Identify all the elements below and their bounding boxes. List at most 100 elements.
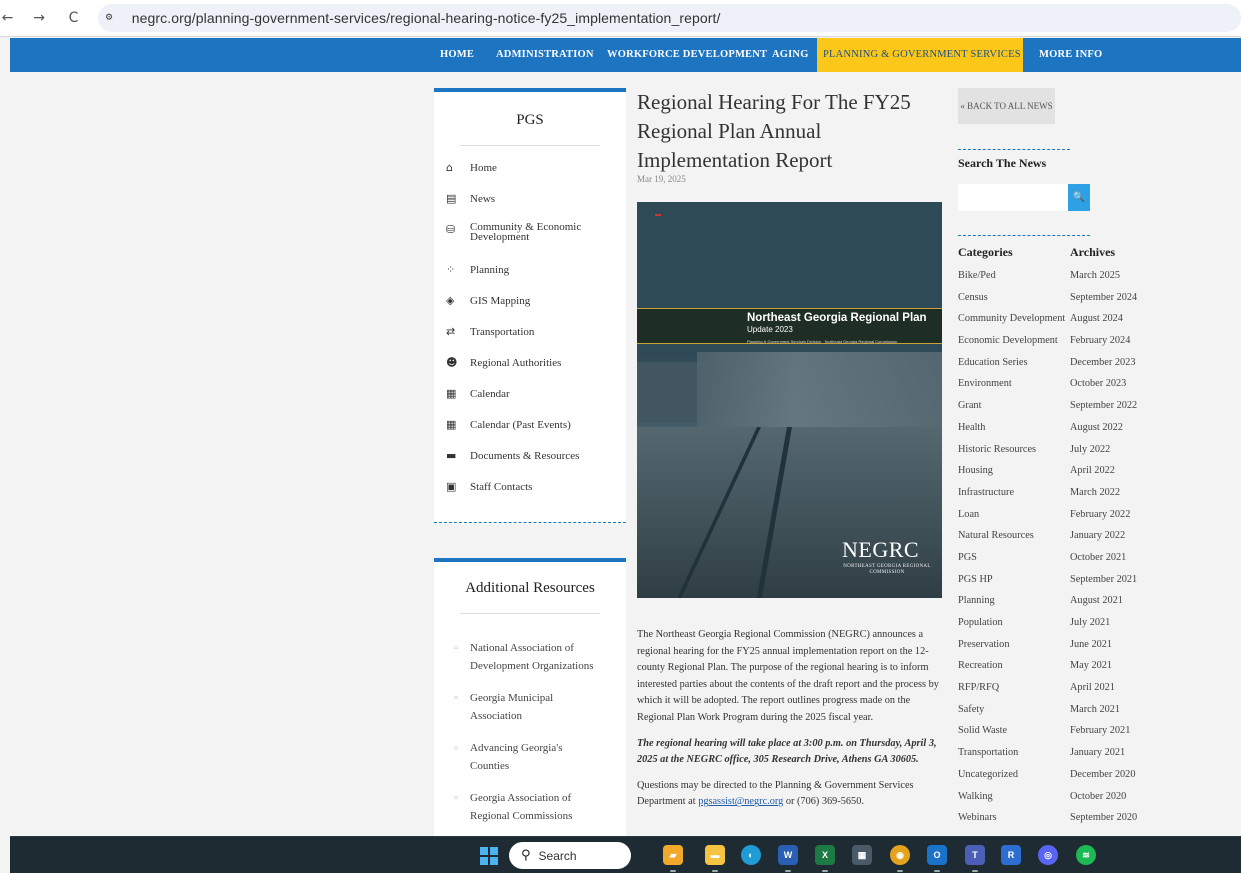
archive-link[interactable]: May 2021 bbox=[1070, 660, 1137, 682]
category-link[interactable]: Uncategorized bbox=[958, 769, 1065, 791]
forward-button[interactable]: → bbox=[29, 10, 49, 26]
archive-link[interactable]: February 2024 bbox=[1070, 335, 1137, 357]
nav-more-info[interactable]: MORE INFO bbox=[1029, 38, 1112, 72]
resource-link[interactable]: ▫ Georgia Municipal Association bbox=[434, 692, 626, 742]
archive-link[interactable]: January 2022 bbox=[1070, 530, 1137, 552]
calculator-icon[interactable]: ▦ bbox=[852, 845, 872, 865]
archive-link[interactable]: September 2022 bbox=[1070, 400, 1137, 422]
category-link[interactable]: Webinars bbox=[958, 812, 1065, 834]
discord-icon[interactable]: ◎ bbox=[1038, 845, 1058, 865]
file-explorer-icon[interactable]: ▬ bbox=[705, 845, 725, 865]
r-app-icon[interactable]: R bbox=[1001, 845, 1021, 865]
nav-planning-government-services[interactable]: PLANNING & GOVERNMENT SERVICES bbox=[817, 38, 1023, 72]
category-link[interactable]: Census bbox=[958, 292, 1065, 314]
nav-workforce-development[interactable]: WORKFORCE DEVELOPMENT bbox=[597, 38, 777, 72]
archive-link[interactable]: September 2020 bbox=[1070, 812, 1137, 834]
archive-link[interactable]: October 2023 bbox=[1070, 378, 1137, 400]
sidebar-item-calendar[interactable]: ▦ Calendar bbox=[434, 386, 626, 417]
resource-link[interactable]: ▫ Advancing Georgia's Counties bbox=[434, 742, 626, 792]
category-link[interactable]: Bike/Ped bbox=[958, 270, 1065, 292]
sidebar-item-community-economic-development[interactable]: ⛁ Community & Economic Development bbox=[434, 222, 626, 262]
url-text[interactable]: negrc.org/planning-government-services/r… bbox=[132, 10, 721, 26]
file-manager-icon[interactable]: ▰ bbox=[663, 845, 683, 865]
excel-icon[interactable]: X bbox=[815, 845, 835, 865]
negrc-logo-subtitle: NORTHEAST GEORGIA REGIONAL COMMISSION bbox=[843, 564, 931, 575]
archive-link[interactable]: September 2024 bbox=[1070, 292, 1137, 314]
sidebar-item-staff-contacts[interactable]: ▣ Staff Contacts bbox=[434, 479, 626, 510]
back-to-all-news-button[interactable]: « BACK TO ALL NEWS bbox=[958, 88, 1055, 124]
sidebar-item-calendar-past-events[interactable]: ▦ Calendar (Past Events) bbox=[434, 417, 626, 448]
sidebar-item-transportation[interactable]: ⇄ Transportation bbox=[434, 324, 626, 355]
nav-home[interactable]: HOME bbox=[430, 38, 484, 72]
archive-link[interactable]: March 2025 bbox=[1070, 270, 1137, 292]
teams-icon[interactable]: T bbox=[965, 845, 985, 865]
newspaper-icon: ▤ bbox=[446, 192, 457, 205]
sidebar-item-news[interactable]: ▤ News bbox=[434, 191, 626, 222]
category-link[interactable]: PGS HP bbox=[958, 574, 1065, 596]
archive-link[interactable]: August 2022 bbox=[1070, 422, 1137, 444]
category-link[interactable]: Natural Resources bbox=[958, 530, 1065, 552]
category-link[interactable]: Recreation bbox=[958, 660, 1065, 682]
category-link[interactable]: Planning bbox=[958, 595, 1065, 617]
archive-link[interactable]: December 2020 bbox=[1070, 769, 1137, 791]
taskbar-search[interactable]: ⚲ Search bbox=[509, 842, 631, 869]
address-bar[interactable]: ⚙ negrc.org/planning-government-services… bbox=[97, 4, 1241, 32]
category-link[interactable]: Economic Development bbox=[958, 335, 1065, 357]
archive-link[interactable]: February 2022 bbox=[1070, 509, 1137, 531]
archive-link[interactable]: March 2022 bbox=[1070, 487, 1137, 509]
category-link[interactable]: Loan bbox=[958, 509, 1065, 531]
edge-icon[interactable]: ◐ bbox=[741, 845, 761, 865]
archive-link[interactable]: April 2022 bbox=[1070, 465, 1137, 487]
archive-link[interactable]: September 2021 bbox=[1070, 574, 1137, 596]
search-input[interactable] bbox=[958, 184, 1068, 211]
sidebar-item-documents-resources[interactable]: ▬ Documents & Resources bbox=[434, 448, 626, 479]
archive-link[interactable]: August 2024 bbox=[1070, 313, 1137, 335]
archive-link[interactable]: December 2023 bbox=[1070, 357, 1137, 379]
site-info-icon[interactable]: ⚙ bbox=[106, 10, 126, 26]
archive-link[interactable]: October 2020 bbox=[1070, 791, 1137, 813]
nav-administration[interactable]: ADMINISTRATION bbox=[486, 38, 604, 72]
archive-link[interactable]: July 2022 bbox=[1070, 444, 1137, 466]
category-link[interactable]: Grant bbox=[958, 400, 1065, 422]
reload-button[interactable]: C bbox=[63, 10, 83, 26]
bullet-icon: ▫ bbox=[454, 692, 458, 704]
category-link[interactable]: Environment bbox=[958, 378, 1065, 400]
back-button[interactable]: ← bbox=[0, 10, 15, 26]
archive-link[interactable]: February 2021 bbox=[1070, 725, 1137, 747]
outlook-icon[interactable]: O bbox=[927, 845, 947, 865]
chrome-icon[interactable]: ◉ bbox=[890, 845, 910, 865]
category-link[interactable]: Solid Waste bbox=[958, 725, 1065, 747]
archive-link[interactable]: August 2021 bbox=[1070, 595, 1137, 617]
resource-link[interactable]: ▫ National Association of Development Or… bbox=[434, 642, 626, 692]
category-link[interactable]: Historic Resources bbox=[958, 444, 1065, 466]
category-link[interactable]: Community Development bbox=[958, 313, 1065, 335]
sidebar-item-planning[interactable]: ⁘ Planning bbox=[434, 262, 626, 293]
category-link[interactable]: Health bbox=[958, 422, 1065, 444]
category-link[interactable]: RFP/RFQ bbox=[958, 682, 1065, 704]
category-link[interactable]: Safety bbox=[958, 704, 1065, 726]
category-link[interactable]: Housing bbox=[958, 465, 1065, 487]
word-icon[interactable]: W bbox=[778, 845, 798, 865]
resource-link[interactable]: ▫ Georgia Association of Regional Commis… bbox=[434, 792, 626, 842]
archive-link[interactable]: January 2021 bbox=[1070, 747, 1137, 769]
archive-link[interactable]: April 2021 bbox=[1070, 682, 1137, 704]
category-link[interactable]: Walking bbox=[958, 791, 1065, 813]
windows-start-icon[interactable] bbox=[480, 847, 498, 865]
sidebar-item-gis-mapping[interactable]: ◈ GIS Mapping bbox=[434, 293, 626, 324]
category-link[interactable]: Infrastructure bbox=[958, 487, 1065, 509]
category-link[interactable]: Transportation bbox=[958, 747, 1065, 769]
sidebar-item-home[interactable]: ⌂ Home bbox=[434, 160, 626, 191]
nav-aging[interactable]: AGING bbox=[762, 38, 819, 72]
category-link[interactable]: PGS bbox=[958, 552, 1065, 574]
spotify-icon[interactable]: ≋ bbox=[1076, 845, 1096, 865]
category-link[interactable]: Population bbox=[958, 617, 1065, 639]
archive-link[interactable]: June 2021 bbox=[1070, 639, 1137, 661]
archive-link[interactable]: October 2021 bbox=[1070, 552, 1137, 574]
search-icon[interactable]: 🔍 bbox=[1068, 184, 1090, 211]
email-link[interactable]: pgsassist@negrc.org bbox=[698, 796, 783, 807]
category-link[interactable]: Education Series bbox=[958, 357, 1065, 379]
sidebar-item-regional-authorities[interactable]: ☻ Regional Authorities bbox=[434, 355, 626, 386]
archive-link[interactable]: July 2021 bbox=[1070, 617, 1137, 639]
category-link[interactable]: Preservation bbox=[958, 639, 1065, 661]
archive-link[interactable]: March 2021 bbox=[1070, 704, 1137, 726]
